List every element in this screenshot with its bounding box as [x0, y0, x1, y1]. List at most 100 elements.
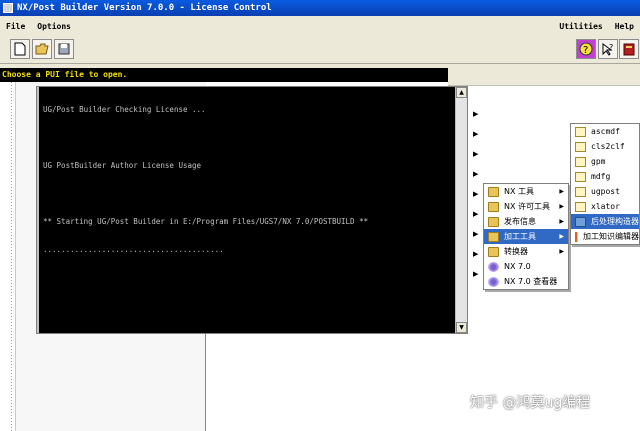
panel-divider	[205, 330, 206, 431]
menu-item-nx70[interactable]: NX 7.0	[484, 259, 568, 274]
file-icon	[575, 201, 586, 212]
manual-book-icon	[623, 43, 635, 56]
manual-button[interactable]	[619, 39, 639, 59]
start-menu-arrows: ▶ ▶ ▶ ▶ ▶ ▶ ▶ ▶ ▶	[470, 108, 482, 288]
grid-icon	[575, 231, 578, 242]
console-output: UG/Post Builder Checking License ... UG …	[39, 87, 455, 333]
submenu-arrow-icon: ▶	[473, 210, 479, 218]
folder-icon	[488, 186, 499, 197]
submenu-arrow-icon: ▶	[473, 170, 479, 178]
menu-item-xlator[interactable]: xlator	[571, 199, 639, 214]
folder-icon	[488, 231, 499, 242]
scroll-down-arrow[interactable]: ▼	[456, 322, 467, 333]
folder-icon	[488, 201, 499, 212]
menu-item-label: cls2clf	[591, 142, 625, 151]
scroll-up-arrow[interactable]: ▲	[456, 87, 467, 98]
svg-text:?: ?	[583, 45, 588, 56]
file-icon	[575, 126, 586, 137]
file-icon	[575, 186, 586, 197]
nx-icon	[488, 261, 499, 272]
menu-item-nx70-viewer[interactable]: NX 7.0 查看器	[484, 274, 568, 289]
console-line: ** Starting UG/Post Builder in E:/Progra…	[43, 217, 369, 226]
menu-item-label: ugpost	[591, 187, 620, 196]
whats-this-button[interactable]: ?	[598, 39, 618, 59]
window-title-bar[interactable]: NX/Post Builder Version 7.0.0 - License …	[0, 0, 640, 16]
new-file-icon	[14, 42, 26, 56]
menu-bar: File Options Utilities Help	[0, 16, 640, 36]
menu-item-ascmdf[interactable]: ascmdf	[571, 124, 639, 139]
manufacturing-submenu: ascmdf cls2clf gpm mdfg ugpost xlator 后处…	[570, 123, 640, 245]
menu-item-label: xlator	[591, 202, 620, 211]
help-icon: ?	[579, 42, 593, 56]
console-scrollbar[interactable]: ▲ ▼	[455, 87, 467, 333]
app-icon	[3, 3, 13, 13]
menu-item-label: ascmdf	[591, 127, 620, 136]
menu-item-ugpost[interactable]: ugpost	[571, 184, 639, 199]
submenu-arrow-icon: ▶	[473, 150, 479, 158]
status-message: Choose a PUI file to open.	[0, 68, 448, 82]
menu-item-machining-knowledge-editor[interactable]: 加工知识编辑器	[571, 229, 639, 244]
submenu-arrow-icon: ▶	[473, 190, 479, 198]
console-line: ........................................	[43, 245, 224, 254]
save-icon	[58, 43, 70, 55]
submenu-arrow-icon: ▶	[559, 188, 564, 195]
submenu-arrow-icon: ▶	[473, 110, 479, 118]
menu-item-label: 发布信息	[504, 217, 536, 226]
console-line: UG PostBuilder Author License Usage	[43, 161, 202, 170]
folder-icon	[488, 246, 499, 257]
menu-item-manufacturing-tools[interactable]: 加工工具 ▶	[484, 229, 568, 244]
help-button[interactable]: ?	[576, 39, 596, 59]
menu-item-label: 加工工具	[504, 232, 536, 241]
menu-item-label: 转换器	[504, 247, 528, 256]
menu-options[interactable]: Options	[31, 22, 77, 31]
menu-item-gpm[interactable]: gpm	[571, 154, 639, 169]
menu-item-translators[interactable]: 转换器 ▶	[484, 244, 568, 259]
menu-item-cls2clf[interactable]: cls2clf	[571, 139, 639, 154]
left-ruler	[0, 82, 16, 431]
watermark: 知乎 @鸿莫ug编程	[470, 395, 591, 411]
submenu-arrow-icon: ▶	[559, 203, 564, 210]
console-window[interactable]: UG/Post Builder Checking License ... UG …	[36, 86, 468, 334]
menu-item-label: 后处理构造器	[591, 217, 639, 226]
file-icon	[575, 156, 586, 167]
menu-help[interactable]: Help	[609, 22, 640, 31]
open-folder-icon	[35, 43, 49, 55]
submenu-arrow-icon: ▶	[473, 270, 479, 278]
save-button[interactable]	[54, 39, 74, 59]
menu-item-label: NX 工具	[504, 187, 535, 196]
new-file-button[interactable]	[10, 39, 30, 59]
menu-file[interactable]: File	[0, 22, 31, 31]
file-icon	[575, 171, 586, 182]
open-file-button[interactable]	[32, 39, 52, 59]
menu-item-label: mdfg	[591, 172, 611, 181]
menu-item-label: 加工知识编辑器	[583, 232, 639, 241]
submenu-arrow-icon: ▶	[559, 218, 564, 225]
menu-item-nx-tools[interactable]: NX 工具 ▶	[484, 184, 568, 199]
window-title: NX/Post Builder Version 7.0.0 - License …	[17, 3, 272, 13]
submenu-arrow-icon: ▶	[473, 250, 479, 258]
menu-utilities[interactable]: Utilities	[553, 22, 608, 31]
submenu-arrow-icon: ▶	[559, 233, 564, 240]
menu-item-mdfg[interactable]: mdfg	[571, 169, 639, 184]
status-strip	[448, 64, 640, 86]
nx-icon	[488, 276, 499, 287]
menu-item-label: NX 7.0 查看器	[504, 277, 558, 286]
toolbar: ? ?	[0, 36, 640, 64]
post-builder-icon	[575, 216, 586, 227]
svg-text:?: ?	[609, 43, 613, 52]
menu-item-post-builder[interactable]: 后处理构造器	[571, 214, 639, 229]
menu-item-nx-license-tools[interactable]: NX 许可工具 ▶	[484, 199, 568, 214]
console-line: UG/Post Builder Checking License ...	[43, 105, 206, 114]
submenu-arrow-icon: ▶	[473, 130, 479, 138]
submenu-arrow-icon: ▶	[473, 230, 479, 238]
menu-item-label: gpm	[591, 157, 606, 166]
nx-submenu: NX 工具 ▶ NX 许可工具 ▶ 发布信息 ▶ 加工工具 ▶ 转换器 ▶ NX…	[483, 183, 569, 290]
file-icon	[575, 141, 586, 152]
ruler-dots	[11, 82, 12, 431]
menu-item-label: NX 7.0	[504, 262, 531, 271]
folder-icon	[488, 216, 499, 227]
whats-this-icon: ?	[602, 43, 613, 56]
menu-item-release-info[interactable]: 发布信息 ▶	[484, 214, 568, 229]
